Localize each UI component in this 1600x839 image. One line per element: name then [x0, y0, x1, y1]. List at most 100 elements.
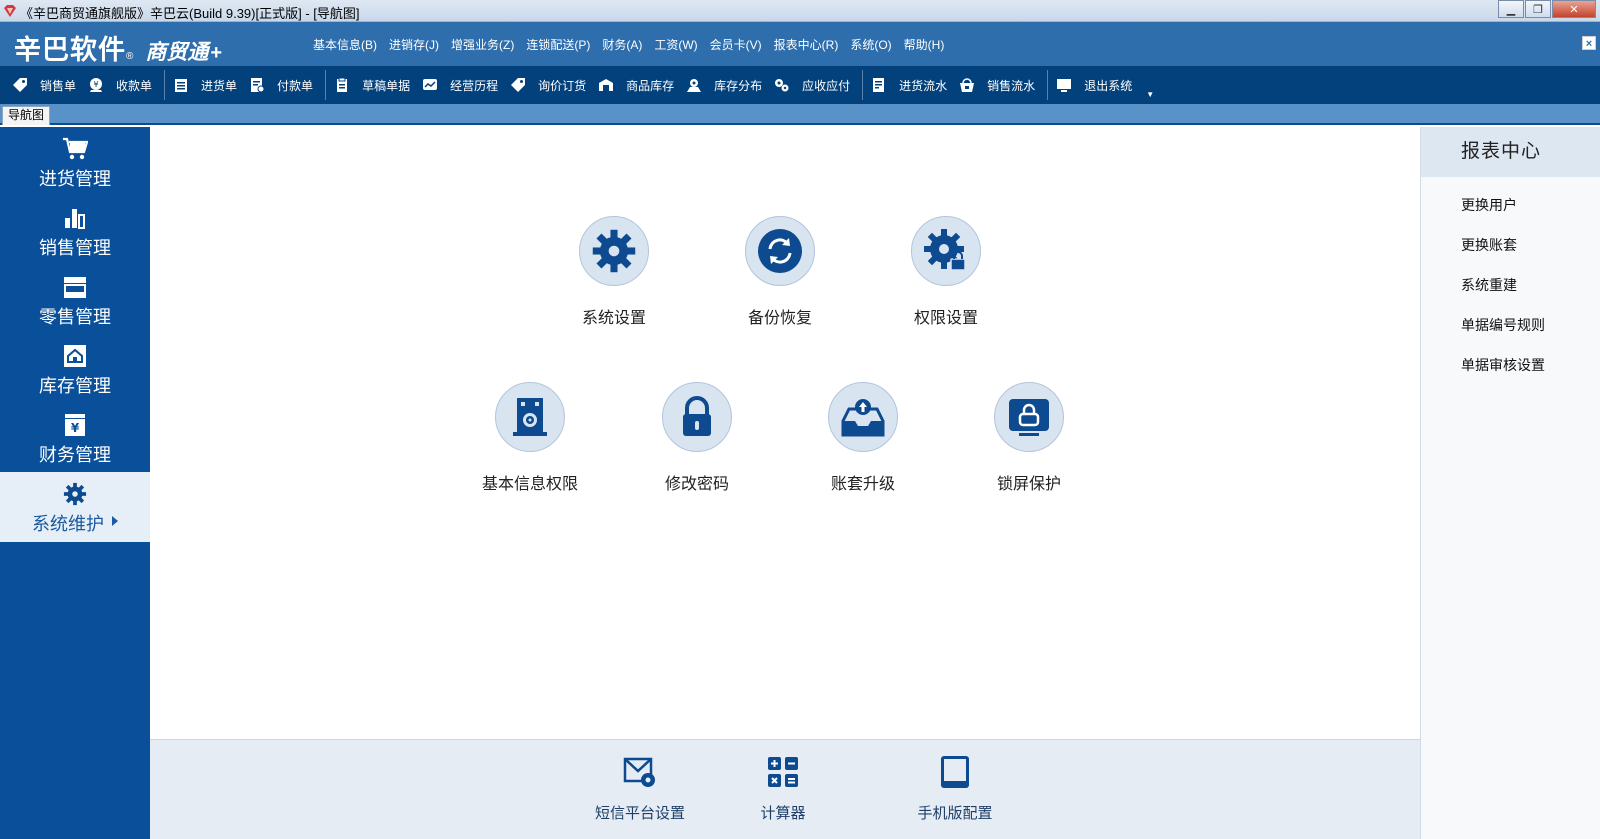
payment-doc-icon [249, 77, 265, 93]
func-change-password[interactable]: 修改密码 [627, 382, 767, 494]
logo-product: 商贸通 [145, 41, 209, 64]
func-label: 备份恢复 [747, 310, 812, 327]
gear-icon [0, 482, 150, 506]
sidebar-item-purchase[interactable]: 进货管理 [0, 127, 150, 196]
menu-finance[interactable]: 财务(A) [602, 36, 642, 53]
tools-bar: 短信平台设置 计算器 手机版配置 [150, 739, 1420, 839]
sidebar-item-system[interactable]: 系统维护 [0, 472, 150, 542]
toolbar-purchase-order[interactable]: 进货单 [171, 66, 247, 104]
toolbar-sales-order[interactable]: 销售单 [10, 66, 86, 104]
sidebar-item-inventory[interactable]: 库存管理 [0, 334, 150, 403]
warehouse-icon [0, 344, 150, 368]
menu-member-card[interactable]: 会员卡(V) [710, 36, 762, 53]
svg-text:¥: ¥ [71, 421, 80, 435]
toolbar-drafts[interactable]: 草稿单据 [332, 66, 420, 104]
report-item-change-account[interactable]: 更换账套 [1421, 225, 1600, 265]
report-item-change-user[interactable]: 更换用户 [1421, 185, 1600, 225]
minimize-button[interactable]: ▁ [1498, 0, 1524, 18]
purchase-flow-icon [871, 77, 887, 93]
tag-icon [12, 77, 28, 93]
gear-icon [579, 216, 649, 286]
toolbar-label: 退出系统 [1084, 78, 1133, 93]
window-title: 《辛巴商贸通旗舰版》辛巴云(Build 9.39)[正式版] - [导航图] [20, 6, 360, 21]
inquiry-tag-icon [510, 77, 526, 93]
func-account-upgrade[interactable]: 账套升级 [793, 382, 933, 494]
report-item-doc-number-rule[interactable]: 单据编号规则 [1421, 305, 1600, 345]
tool-sms-platform[interactable]: 短信平台设置 [575, 754, 705, 823]
func-system-settings[interactable]: 系统设置 [544, 216, 684, 328]
toolbar-exit[interactable]: 退出系统 [1054, 66, 1142, 104]
report-item-system-rebuild[interactable]: 系统重建 [1421, 265, 1600, 305]
toolbar-inquiry-order[interactable]: 询价订货 [508, 66, 596, 104]
tool-label: 手机版配置 [917, 805, 993, 822]
cart-icon [0, 137, 150, 161]
window-titlebar: 《辛巴商贸通旗舰版》辛巴云(Build 9.39)[正式版] - [导航图] ▁… [0, 0, 1600, 22]
sidebar-item-label: 财务管理 [39, 445, 111, 465]
tablet-icon [890, 754, 1020, 790]
app-logo: 辛巴软件 ® 商贸通 + [14, 28, 222, 67]
toolbar-stock-distribution[interactable]: 库存分布 [684, 66, 772, 104]
menu-enhanced[interactable]: 增强业务(Z) [451, 36, 514, 53]
func-label: 系统设置 [581, 310, 646, 327]
toolbar-product-stock[interactable]: 商品库存 [596, 66, 684, 104]
toolbar-purchase-flow[interactable]: 进货流水 [869, 66, 957, 104]
sms-settings-icon [575, 754, 705, 790]
logo-registered-mark: ® [126, 51, 134, 62]
menu-inventory[interactable]: 进销存(J) [389, 36, 439, 53]
toolbar-label: 经营历程 [450, 78, 499, 93]
sidebar-item-finance[interactable]: ¥ 财务管理 [0, 403, 150, 472]
sidebar-item-label: 进货管理 [39, 169, 111, 189]
toolbar: 销售单 ¥ 收款单 进货单 付款单 草稿单据 经营历程 询价订货 商品库存 库存… [0, 66, 1600, 104]
toolbar-payment[interactable]: 付款单 [247, 66, 323, 104]
menu-salary[interactable]: 工资(W) [654, 36, 697, 53]
app-logo-icon [4, 5, 16, 17]
sidebar-item-sales[interactable]: 销售管理 [0, 196, 150, 265]
gear-lock-icon [911, 216, 981, 286]
tool-mobile-config[interactable]: 手机版配置 [890, 754, 1020, 823]
close-window-button[interactable]: ✕ [1552, 0, 1596, 18]
tool-label: 计算器 [760, 805, 806, 822]
menu-reports[interactable]: 报表中心(R) [774, 36, 839, 53]
caret-right-icon [112, 516, 118, 526]
menu-help[interactable]: 帮助(H) [904, 36, 945, 53]
func-label: 锁屏保护 [996, 476, 1061, 493]
func-permission-settings[interactable]: 权限设置 [876, 216, 1016, 328]
func-label: 权限设置 [913, 310, 978, 327]
restore-button[interactable]: ❐ [1525, 0, 1551, 18]
menu-basic-info[interactable]: 基本信息(B) [313, 36, 377, 53]
screen-lock-icon [994, 382, 1064, 452]
menu-chain[interactable]: 连锁配送(P) [526, 36, 590, 53]
sidebar-item-label: 系统维护 [32, 514, 104, 534]
tool-calculator[interactable]: 计算器 [718, 754, 848, 823]
logo-brand: 辛巴软件 [14, 35, 126, 65]
building-gear-icon [495, 382, 565, 452]
tab-navigation-map[interactable]: 导航图 [2, 106, 51, 125]
toolbar-overflow-icon[interactable]: ▼ [1146, 90, 1154, 99]
toolbar-label: 商品库存 [626, 78, 675, 93]
toolbar-separator [1047, 70, 1049, 100]
func-backup-restore[interactable]: 备份恢复 [710, 216, 850, 328]
close-tab-button[interactable]: × [1582, 36, 1596, 50]
toolbar-receipt[interactable]: ¥ 收款单 [86, 66, 162, 104]
report-item-doc-review-settings[interactable]: 单据审核设置 [1421, 345, 1600, 385]
func-basic-info-permission[interactable]: 基本信息权限 [460, 382, 600, 494]
func-screen-lock[interactable]: 锁屏保护 [959, 382, 1099, 494]
report-center-title: 报表中心 [1421, 127, 1600, 177]
sidebar-item-retail[interactable]: 零售管理 [0, 265, 150, 334]
receive-icon: ¥ [88, 77, 104, 93]
padlock-icon [662, 382, 732, 452]
toolbar-separator [862, 70, 864, 100]
yen-icon: ¥ [0, 413, 150, 437]
toolbar-label: 收款单 [116, 78, 153, 93]
menu-system[interactable]: 系统(O) [850, 36, 891, 53]
toolbar-receivable-payable[interactable]: 应收应付 [772, 66, 860, 104]
window-controls: ▁ ❐ ✕ [1497, 0, 1596, 18]
toolbar-sales-flow[interactable]: 销售流水 [957, 66, 1045, 104]
calculator-icon [718, 754, 848, 790]
sidebar-item-label: 库存管理 [39, 376, 111, 396]
history-icon [422, 77, 438, 93]
toolbar-separator [164, 70, 166, 100]
toolbar-history[interactable]: 经营历程 [420, 66, 508, 104]
toolbar-separator [325, 70, 327, 100]
toolbar-label: 询价订货 [538, 78, 587, 93]
